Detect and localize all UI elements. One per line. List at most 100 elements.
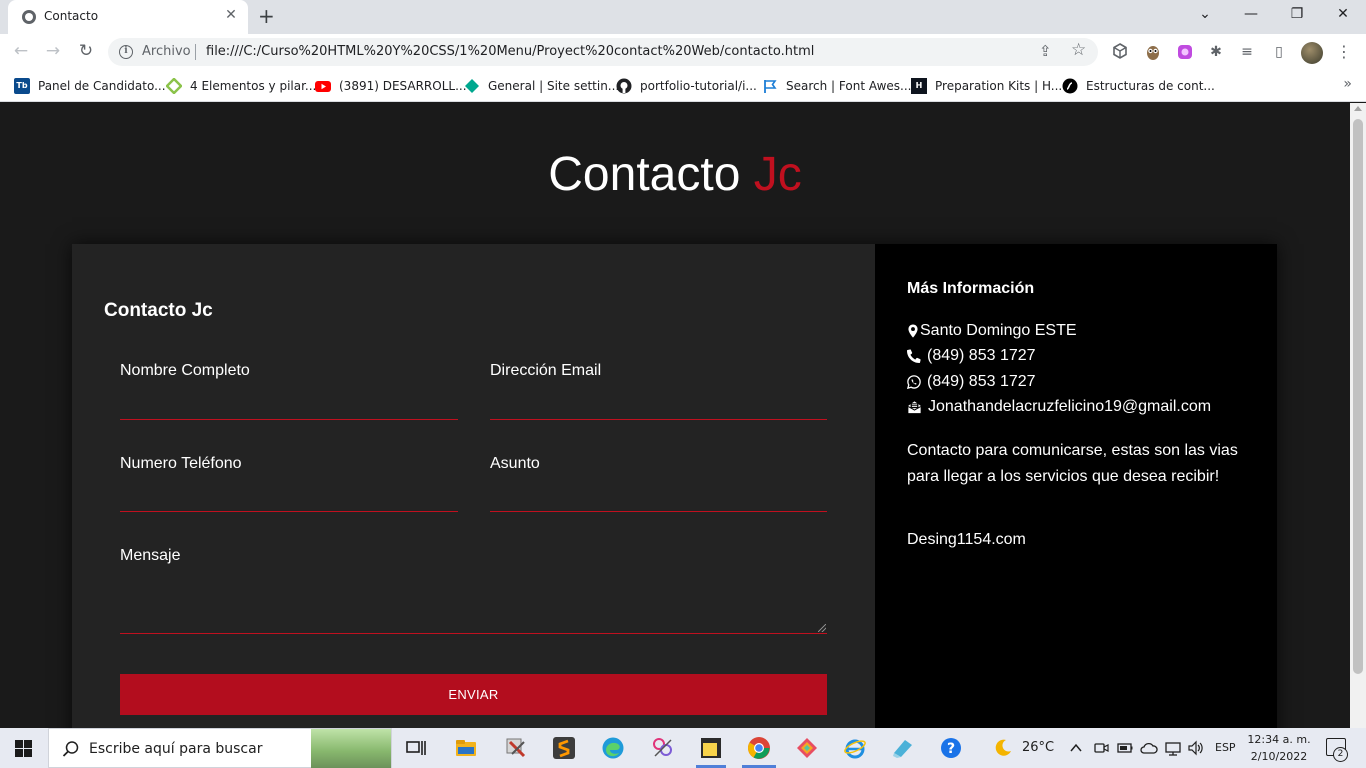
snipping-tool-icon[interactable] (651, 736, 675, 760)
message-label: Mensaje (120, 547, 181, 564)
phone-icon (907, 349, 921, 363)
email-line: Jonathandelacruzfelicino19@gmail.com (907, 398, 1211, 416)
message-textarea[interactable]: Mensaje (120, 547, 827, 634)
gitkraken-icon[interactable] (795, 736, 819, 760)
symfony-icon (1062, 78, 1078, 94)
location-line: Santo Domingo ESTE (907, 322, 1077, 340)
bookmark-label: Preparation Kits | H... (935, 79, 1063, 93)
page-title-main: Contacto (548, 148, 741, 201)
help-icon[interactable]: ? (939, 736, 963, 760)
volume-icon[interactable] (1187, 740, 1205, 756)
bookmark-label: 4 Elementos y pilar... (190, 79, 317, 93)
subject-field[interactable]: Asunto (490, 455, 827, 512)
sublime-text-icon[interactable] (552, 736, 576, 760)
restore-button[interactable]: ❐ (1274, 6, 1320, 22)
location-text: Santo Domingo ESTE (920, 322, 1077, 339)
phone-field[interactable]: Numero Teléfono (120, 455, 458, 512)
bookmark-item[interactable]: Tb Panel de Candidato... (14, 77, 166, 95)
bookmark-star-icon[interactable]: ☆ (1071, 40, 1086, 60)
network-icon[interactable] (1164, 740, 1182, 756)
url-text[interactable]: file:///C:/Curso%20HTML%20Y%20CSS/1%20Me… (206, 44, 814, 59)
media-playlist-icon[interactable]: ≡ (1238, 43, 1256, 61)
forward-button[interactable]: → (42, 41, 64, 61)
search-placeholder: Escribe aquí para buscar (89, 741, 263, 757)
bookmark-label: Search | Font Awes... (786, 79, 912, 93)
whatsapp-icon (907, 375, 921, 389)
owl-extension-icon[interactable] (1144, 43, 1162, 61)
input-language[interactable]: ESP (1215, 741, 1236, 754)
onedrive-cloud-icon[interactable] (1140, 740, 1158, 756)
file-explorer-icon[interactable] (454, 736, 478, 760)
tab-search-icon[interactable]: ⌄ (1182, 6, 1228, 22)
back-button[interactable]: ← (10, 41, 32, 61)
page-title: Contacto Jc (0, 147, 1350, 202)
scroll-thumb[interactable] (1353, 119, 1363, 674)
submit-button[interactable]: ENVIAR (120, 674, 827, 715)
search-highlight-image (311, 729, 391, 768)
search-icon (62, 741, 79, 757)
sidebar-icon[interactable]: ▯ (1270, 43, 1288, 61)
bookmark-item[interactable]: 4 Elementos y pilar... (165, 77, 317, 95)
bookmark-item[interactable]: portfolio-tutorial/i... (616, 77, 757, 95)
moon-weather-icon[interactable] (993, 738, 1013, 758)
bookmark-item[interactable]: Estructuras de cont... (1062, 77, 1215, 95)
page-scrollbar[interactable] (1350, 103, 1366, 728)
browser-toolbar: ← → ↻ i Archivo file:///C:/Curso%20HTML%… (0, 34, 1366, 70)
browser-tab[interactable]: Contacto ✕ (8, 0, 248, 34)
profile-avatar[interactable] (1301, 42, 1323, 64)
globe-icon (22, 10, 36, 24)
sticky-notes-icon[interactable] (699, 736, 723, 760)
battery-icon[interactable] (1115, 740, 1133, 756)
windows-start-icon[interactable] (15, 740, 32, 757)
weather-temperature[interactable]: 26°C (1022, 740, 1054, 755)
flag-icon (762, 78, 778, 94)
new-tab-button[interactable]: + (258, 4, 275, 28)
menu-icon[interactable]: ⋮ (1336, 42, 1352, 61)
bookmark-item[interactable]: (3891) DESARROLL... (315, 77, 467, 95)
chrome-icon[interactable] (747, 736, 771, 760)
name-field[interactable]: Nombre Completo (120, 362, 458, 420)
whatsapp-line: (849) 853 1727 (907, 373, 1036, 391)
minimize-button[interactable]: — (1228, 6, 1274, 22)
map-marker-icon (908, 324, 918, 338)
info-icon[interactable]: i (119, 45, 133, 59)
page-viewport: Contacto Jc Contacto Jc Nombre Completo … (0, 103, 1350, 728)
email-field[interactable]: Dirección Email (490, 362, 827, 420)
youtube-icon (315, 78, 331, 94)
svg-text:?: ? (947, 741, 955, 757)
info-panel: Más Información Santo Domingo ESTE (849)… (875, 244, 1277, 728)
reload-button[interactable]: ↻ (75, 41, 97, 61)
close-window-button[interactable]: ✕ (1320, 6, 1366, 22)
hackerrank-icon: H (911, 78, 927, 94)
internet-explorer-icon[interactable] (843, 736, 867, 760)
address-bar[interactable]: i Archivo file:///C:/Curso%20HTML%20Y%20… (108, 38, 1098, 66)
share-icon[interactable]: ⇪ (1039, 42, 1052, 60)
resize-handle[interactable] (818, 624, 826, 632)
bookmark-item[interactable]: Search | Font Awes... (762, 77, 911, 95)
phone-text: (849) 853 1727 (927, 347, 1036, 364)
bookmark-item[interactable]: General | Site settin... (464, 77, 619, 95)
bookmark-label: (3891) DESARROLL... (339, 79, 467, 93)
taskbar-clock[interactable]: 12:34 a. m. 2/10/2022 (1240, 731, 1318, 765)
edge-browser-icon[interactable] (601, 736, 625, 760)
bookmark-label: Panel de Candidato... (38, 79, 166, 93)
tools-app-icon[interactable] (504, 736, 528, 760)
whatsapp-text: (849) 853 1727 (927, 373, 1036, 390)
meet-now-icon[interactable] (1093, 740, 1109, 756)
scroll-up-arrow-icon[interactable] (1354, 106, 1362, 111)
bookmark-item[interactable]: H Preparation Kits | H... (911, 77, 1062, 95)
extension-cube-icon[interactable] (1111, 43, 1129, 61)
extensions-puzzle-icon[interactable]: ✱ (1207, 43, 1225, 61)
bookmarks-overflow-icon[interactable]: » (1343, 76, 1352, 92)
task-view-icon[interactable] (404, 736, 428, 760)
close-icon[interactable]: ✕ (222, 7, 240, 23)
paint-app-icon[interactable] (891, 736, 915, 760)
tray-chevron-up-icon[interactable] (1069, 741, 1083, 755)
purple-extension-icon[interactable] (1176, 43, 1194, 61)
contact-form: Contacto Jc Nombre Completo Dirección Em… (72, 244, 875, 728)
clock-date: 2/10/2022 (1250, 750, 1308, 763)
bookmark-label: Estructuras de cont... (1086, 79, 1215, 93)
email-label: Dirección Email (490, 362, 602, 379)
bookmarks-bar: Tb Panel de Candidato... 4 Elementos y p… (0, 70, 1366, 102)
taskbar-search[interactable]: Escribe aquí para buscar (48, 728, 392, 768)
